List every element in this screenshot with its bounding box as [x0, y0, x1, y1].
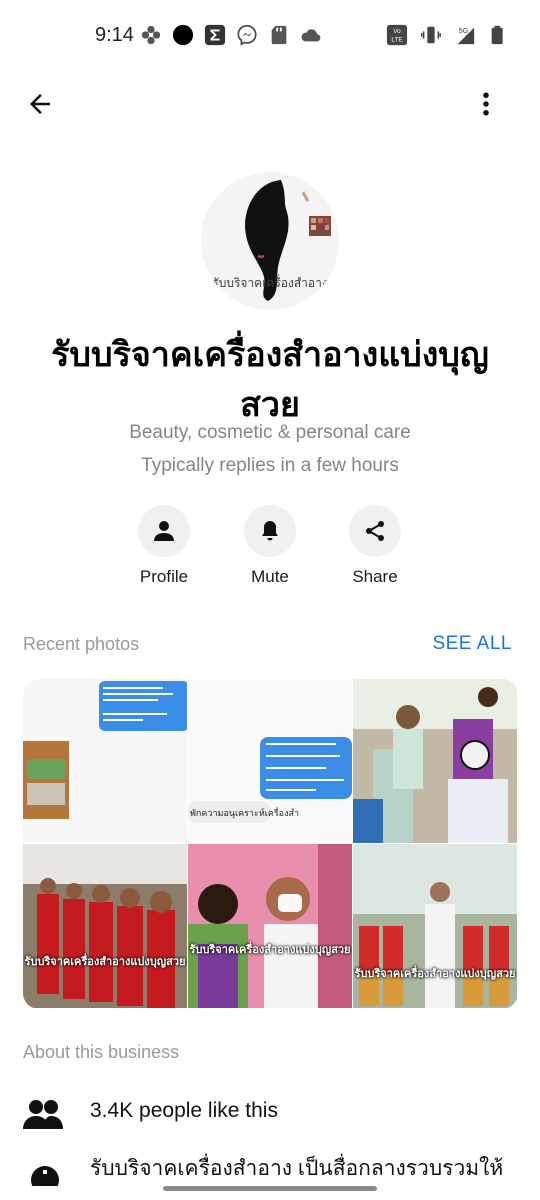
home-indicator[interactable] — [163, 1186, 377, 1191]
page-category: Beauty, cosmetic & personal care — [129, 422, 411, 443]
bell-icon — [262, 521, 278, 541]
svg-text:LTE: LTE — [391, 36, 402, 43]
mute-label: Mute — [251, 567, 289, 586]
photo-dancers-1-image — [23, 844, 187, 1008]
photo-event-1[interactable] — [353, 679, 517, 843]
photo-group-image — [353, 844, 517, 1008]
avatar-caption: รับบริจาคเครื่องสำอาง — [212, 276, 328, 290]
battery-icon — [491, 25, 503, 45]
sigma-icon — [204, 24, 226, 46]
profile-button[interactable]: Profile — [114, 505, 214, 587]
page-title: รับบริจาคเครื่องสำอางแบ่งบุญสวย — [51, 336, 489, 424]
recent-photos-title: Recent photos — [23, 634, 140, 654]
photo-dancers-1[interactable]: รับบริจาคเครื่องสำอางแบ่งบุญสวย — [23, 844, 187, 1008]
info-icon — [31, 1166, 59, 1186]
svg-text:Vo: Vo — [393, 28, 401, 35]
profile-label: Profile — [139, 567, 189, 586]
photo-chat-1-image — [23, 681, 187, 819]
page-avatar[interactable]: รับบริจาคเครื่องสำอาง — [201, 172, 339, 310]
svg-text:5G: 5G — [459, 26, 469, 35]
vibrate-icon — [421, 26, 441, 44]
more-options-button[interactable] — [466, 84, 506, 124]
photo-chat-2[interactable]: พักความอนุเคราะห์เครื่องสำ — [188, 679, 352, 843]
photo-chat-1[interactable] — [23, 679, 187, 843]
black-circle-icon — [172, 24, 194, 46]
people-icon — [23, 1100, 63, 1129]
photo-makeup-image — [188, 844, 352, 1008]
profile-circle — [138, 505, 190, 557]
pinwheel-icon — [141, 25, 161, 45]
cloud-icon — [301, 29, 321, 42]
notification-icons — [140, 24, 322, 46]
share-label: Share — [352, 567, 398, 586]
volte-icon: VoLTE — [386, 24, 408, 46]
photo-group[interactable]: รับบริจาคเครื่องสำอางแบ่งบุญสวย — [353, 844, 517, 1008]
more-vertical-icon — [483, 92, 489, 116]
photo-event-1-image — [353, 679, 517, 843]
see-all-link[interactable]: SEE ALL — [432, 633, 512, 655]
photo-group-caption: รับบริจาคเครื่องสำอางแบ่งบุญสวย — [354, 968, 516, 980]
app-bar — [0, 78, 540, 130]
photo-chat-2-image: พักความอนุเคราะห์เครื่องสำ — [188, 737, 352, 823]
photo-makeup[interactable]: รับบริจาคเครื่องสำอางแบ่งบุญสวย — [188, 844, 352, 1008]
sd-card-icon — [271, 25, 287, 45]
likes-count: 3.4K people like this — [90, 1099, 278, 1122]
mute-circle — [244, 505, 296, 557]
messenger-icon — [237, 25, 257, 46]
photo-grid: พักความอนุเคราะห์เครื่องสำ รับบริจาคเครื… — [23, 679, 518, 1009]
back-button[interactable] — [20, 84, 60, 124]
share-button[interactable]: Share — [325, 505, 425, 587]
mute-button[interactable]: Mute — [220, 505, 320, 587]
about-title: About this business — [23, 1042, 180, 1062]
arrow-left-icon — [30, 94, 50, 114]
signal-5g-icon: 5G — [457, 26, 475, 45]
status-bar: 9:14 Vo LTE 5G — [0, 0, 540, 72]
photo-makeup-caption: รับบริจาคเครื่องสำอางแบ่งบุญสวย — [189, 944, 351, 956]
business-description: รับบริจาคเครื่องสำอาง เป็นสื่อกลางรวบรวม… — [90, 1157, 504, 1180]
share-icon — [366, 521, 384, 541]
photo-dancers-1-caption: รับบริจาคเครื่องสำอางแบ่งบุญสวย — [24, 956, 186, 968]
status-time: 9:14 — [95, 24, 134, 46]
system-icons: Vo LTE 5G — [386, 24, 510, 46]
reply-time: Typically replies in a few hours — [141, 455, 399, 476]
person-icon — [154, 521, 174, 541]
share-circle — [349, 505, 401, 557]
